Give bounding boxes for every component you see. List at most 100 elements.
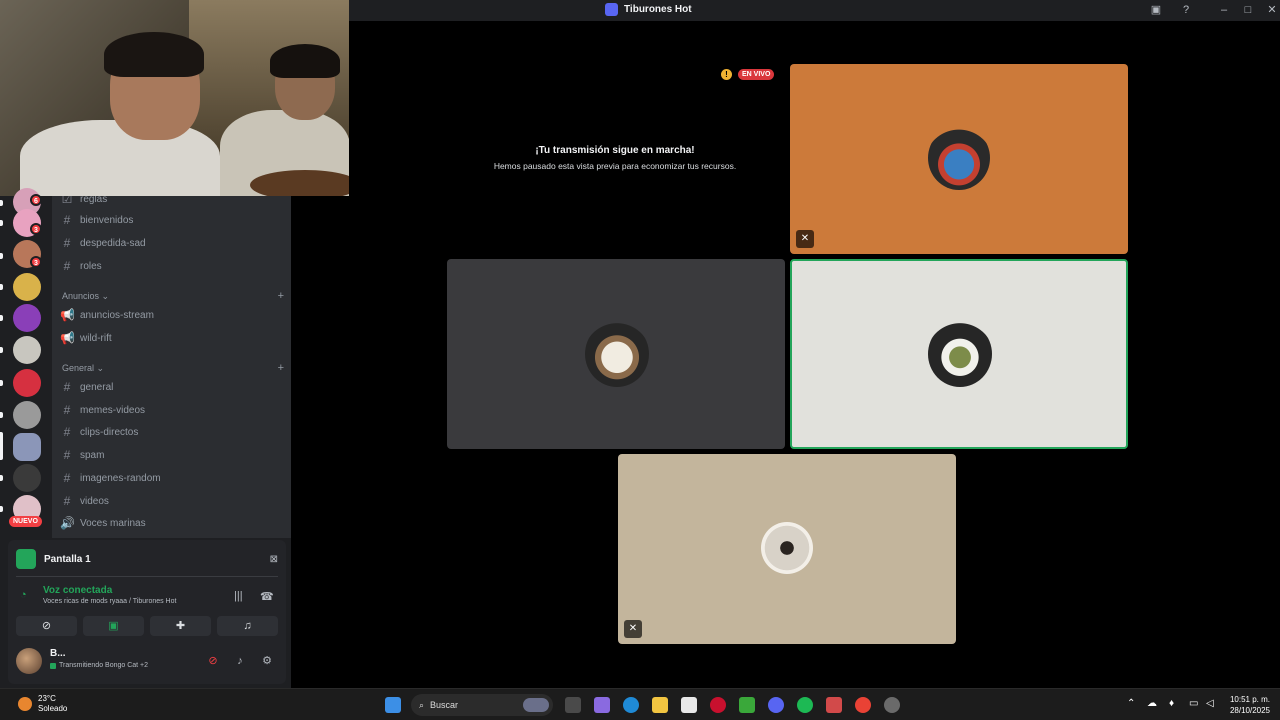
- app-icon[interactable]: [826, 697, 842, 713]
- server-icon[interactable]: [13, 273, 41, 301]
- chevron-up-icon[interactable]: ⌃: [1127, 698, 1135, 709]
- selected-indicator: [0, 432, 3, 460]
- channel-item[interactable]: 📢 anuncios-stream: [60, 305, 284, 325]
- paused-title: ¡Tu transmisión sigue en marcha!: [535, 145, 695, 156]
- server-icon[interactable]: [13, 401, 41, 429]
- channel-item[interactable]: ☑ reglas: [60, 196, 284, 209]
- taskbar-search[interactable]: ⌕ Buscar: [411, 694, 553, 716]
- weather-widget[interactable]: 23°C Soleado: [18, 694, 67, 714]
- unread-indicator: [0, 315, 3, 321]
- text-channel-icon: #: [63, 425, 71, 439]
- channel-item[interactable]: # clips-directos: [60, 422, 284, 442]
- channel-item[interactable]: # memes-videos: [60, 400, 284, 420]
- settings-gear-icon[interactable]: ⚙: [258, 652, 276, 670]
- copilot-icon[interactable]: [594, 697, 610, 713]
- channel-item[interactable]: # imagenes-random: [60, 468, 284, 488]
- task-view-icon[interactable]: [565, 697, 581, 713]
- channel-item[interactable]: # spam: [60, 445, 284, 465]
- mute-mic-button[interactable]: ⊘: [204, 652, 222, 670]
- camera-off-button[interactable]: ⊘: [16, 616, 77, 636]
- windows-taskbar: 23°C Soleado ⌕ Buscar ⌃ ☁ ♦ ▭ ◁ 10:51 p.…: [0, 688, 1280, 720]
- stream-stage: ! EN VIVO ¡Tu transmisión sigue en march…: [349, 21, 1280, 688]
- activities-button[interactable]: ✚: [150, 616, 211, 636]
- mic-icon[interactable]: ♦: [1169, 698, 1174, 709]
- onedrive-icon[interactable]: ☁: [1147, 698, 1157, 709]
- channel-item[interactable]: 📢 wild-rift: [60, 328, 284, 348]
- category-general[interactable]: General ⌄ +: [62, 361, 284, 375]
- share-screen-button[interactable]: ▣: [83, 616, 144, 636]
- channel-label: imagenes-random: [80, 472, 161, 484]
- server-icon[interactable]: [13, 336, 41, 364]
- server-rail: 6 3 3 NUEVO: [0, 188, 52, 538]
- voice-channel-name[interactable]: Voces ricas de mods ryaaa / Tiburones Ho…: [43, 598, 176, 605]
- minecraft-icon[interactable]: [739, 697, 755, 713]
- channel-item[interactable]: # roles: [60, 256, 284, 276]
- participant-tile-speaking[interactable]: [790, 259, 1128, 449]
- close-button[interactable]: ✕: [1263, 2, 1280, 18]
- channel-label: spam: [80, 449, 105, 461]
- channel-item[interactable]: # general: [60, 377, 284, 397]
- server-icon[interactable]: [13, 369, 41, 397]
- voice-status[interactable]: Voz conectada: [43, 585, 112, 596]
- discord-icon[interactable]: [768, 697, 784, 713]
- window-title-text: Tiburones Hot: [624, 4, 692, 15]
- category-label: Anuncios: [62, 290, 100, 301]
- server-icon-selected[interactable]: [13, 433, 41, 461]
- unread-indicator: [0, 347, 3, 353]
- participant-tile[interactable]: ✕: [618, 454, 956, 644]
- chrome-icon[interactable]: [855, 697, 871, 713]
- speaker-icon: 🔊: [60, 516, 75, 530]
- add-channel-icon[interactable]: +: [278, 362, 284, 374]
- server-icon[interactable]: [13, 464, 41, 492]
- spotify-icon[interactable]: [797, 697, 813, 713]
- paused-subtitle: Hemos pausado esta vista previa para eco…: [493, 161, 737, 171]
- unread-indicator: [0, 475, 3, 481]
- channel-item[interactable]: 🔊 Voces marinas: [60, 513, 284, 533]
- obs-icon[interactable]: [884, 697, 900, 713]
- volume-icon[interactable]: ◁: [1206, 698, 1214, 709]
- avatar[interactable]: [16, 648, 42, 674]
- paused-preview-message: ¡Tu transmisión sigue en marcha! Hemos p…: [447, 145, 783, 171]
- search-placeholder: Buscar: [430, 700, 459, 710]
- unread-indicator: [0, 380, 3, 386]
- participant-tile[interactable]: [447, 259, 785, 449]
- inbox-icon[interactable]: ▣: [1147, 2, 1165, 18]
- user-status-text: Transmitiendo Bongo Cat +2: [59, 662, 149, 669]
- channel-label: clips-directos: [80, 426, 139, 438]
- soundboard-button[interactable]: ♫: [217, 616, 278, 636]
- category-anuncios[interactable]: Anuncios ⌄ +: [62, 289, 284, 303]
- channel-label: general: [80, 381, 114, 393]
- clock[interactable]: 10:51 p. m. 28/10/2025: [1226, 694, 1270, 716]
- channel-item[interactable]: # bienvenidos: [60, 210, 284, 230]
- headphones-button[interactable]: ♪: [231, 652, 249, 670]
- screen-share-row[interactable]: Pantalla 1 ⊠: [16, 548, 278, 570]
- screen-share-icon: [16, 549, 36, 569]
- store-icon[interactable]: [681, 697, 697, 713]
- weather-desc: Soleado: [38, 704, 68, 713]
- disconnect-icon[interactable]: ☎: [260, 590, 274, 603]
- edge-icon[interactable]: [623, 697, 639, 713]
- add-channel-icon[interactable]: +: [278, 290, 284, 302]
- warning-icon[interactable]: !: [721, 69, 732, 80]
- muted-mic-icon: ✕: [624, 620, 642, 638]
- start-icon[interactable]: [385, 697, 401, 713]
- text-channel-icon: #: [63, 471, 71, 485]
- search-icon: ⌕: [419, 699, 425, 710]
- participant-tile[interactable]: ✕: [790, 64, 1128, 254]
- server-icon[interactable]: [13, 304, 41, 332]
- maximize-button[interactable]: □: [1239, 2, 1257, 18]
- noise-suppression-icon[interactable]: |||: [234, 590, 243, 602]
- clock-date: 28/10/2025: [1229, 706, 1270, 715]
- minimize-button[interactable]: –: [1215, 2, 1233, 18]
- new-badge: NUEVO: [9, 516, 42, 527]
- participant-avatar: [585, 321, 649, 387]
- file-explorer-icon[interactable]: [652, 697, 668, 713]
- help-icon[interactable]: ?: [1177, 2, 1195, 18]
- discord-window: Tiburones Hot ▣ ? – □ ✕ ! EN VIVO ¡Tu tr…: [0, 0, 1280, 720]
- channel-item[interactable]: # videos: [60, 491, 284, 511]
- participant-avatar: [761, 522, 813, 574]
- network-icon[interactable]: ▭: [1189, 698, 1198, 709]
- opera-icon[interactable]: [710, 697, 726, 713]
- channel-item[interactable]: # despedida-sad: [60, 233, 284, 253]
- stop-stream-icon[interactable]: ⊠: [270, 554, 278, 565]
